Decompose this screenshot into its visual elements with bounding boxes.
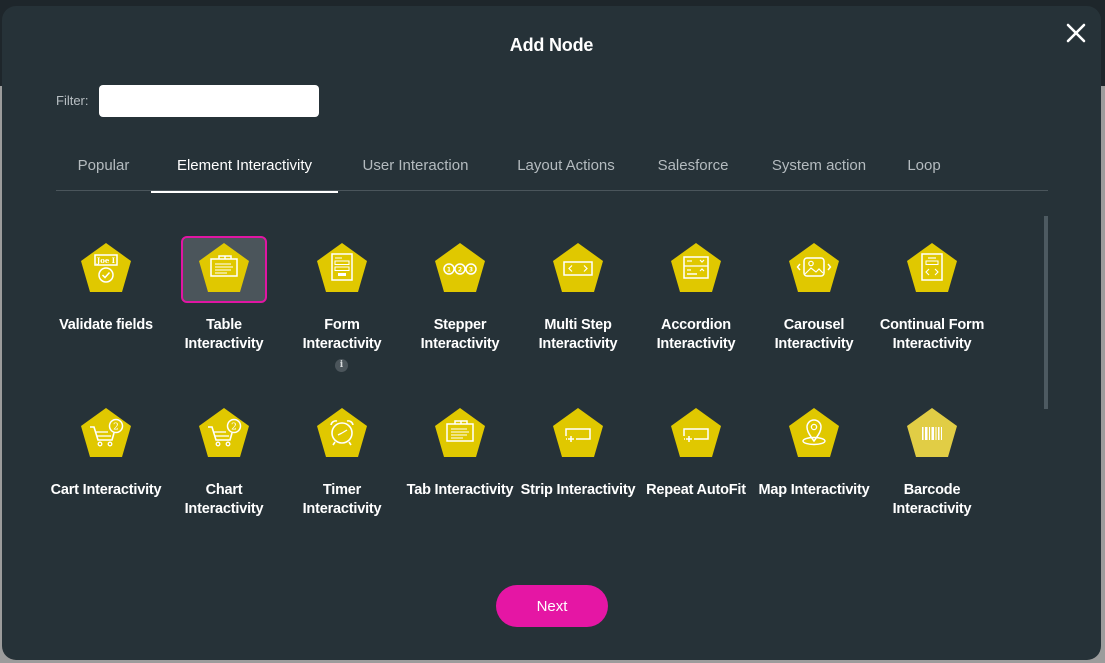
close-button[interactable] [1065,22,1087,44]
close-x-icon [1066,23,1086,43]
node-label: Validate fields [59,317,153,333]
node-label: Repeat AutoFit [646,482,746,498]
svg-text:Joe I: Joe I [96,256,115,265]
next-button[interactable]: Next [496,585,608,627]
node-label: Map Interactivity [758,482,870,498]
category-tabs: Popular Element Interactivity User Inter… [56,146,1048,193]
node-label: Tab Interactivity [406,482,514,498]
filter-label: Filter: [56,93,89,108]
multi-step-icon [553,243,603,292]
tab-loop[interactable]: Loop [899,146,949,191]
node-label: Timer Interactivity [302,482,382,517]
node-label: Accordion Interactivity [656,317,736,352]
chart-cart-icon: 2 [199,408,249,457]
tab-user-interaction[interactable]: User Interaction [349,146,482,191]
svg-text:3: 3 [469,267,473,274]
node-label: Chart Interactivity [184,482,264,517]
tab-layout-actions[interactable]: Layout Actions [502,146,630,191]
node-label: Cart Interactivity [50,482,162,498]
table-icon [199,243,249,292]
stepper-icon: 1 2 3 [435,243,485,292]
svg-text:2: 2 [231,423,237,433]
carousel-icon [789,243,839,292]
node-label: Multi Step Interactivity [538,317,618,352]
add-node-dialog: Add Node Filter: Popular Element Interac… [2,6,1101,660]
node-label: Continual Form Interactivity [879,317,985,352]
node-label: Carousel Interactivity [774,317,854,352]
node-label: Table Interactivity [184,317,264,352]
strip-icon [553,408,603,457]
dialog-title: Add Node [509,35,594,55]
map-pin-icon [789,408,839,457]
cart-icon: 2 [81,408,131,457]
alarm-clock-icon [317,408,367,457]
svg-text:2: 2 [458,267,462,274]
accordion-icon [671,243,721,292]
validate-fields-icon: Joe I [81,243,131,292]
svg-text:2: 2 [113,423,119,433]
continual-form-icon [907,243,957,292]
form-icon [317,243,367,292]
repeat-autofit-icon [671,408,721,457]
filter-input[interactable] [99,85,319,117]
barcode-icon [907,408,957,457]
tab-popular[interactable]: Popular [56,146,151,191]
node-label: Form Interactivity [302,317,382,352]
tab-salesforce[interactable]: Salesforce [648,146,738,191]
node-label: Stepper Interactivity [420,317,500,352]
node-grid-scrollbar[interactable] [1044,216,1048,409]
node-label: Strip Interactivity [520,482,636,498]
svg-text:1: 1 [447,267,451,274]
tab-system-action[interactable]: System action [759,146,879,191]
tab-element-interactivity[interactable]: Element Interactivity [151,146,338,193]
info-icon[interactable]: i [335,359,348,372]
tab-folder-icon [435,408,485,457]
node-label: Barcode Interactivity [892,482,972,517]
